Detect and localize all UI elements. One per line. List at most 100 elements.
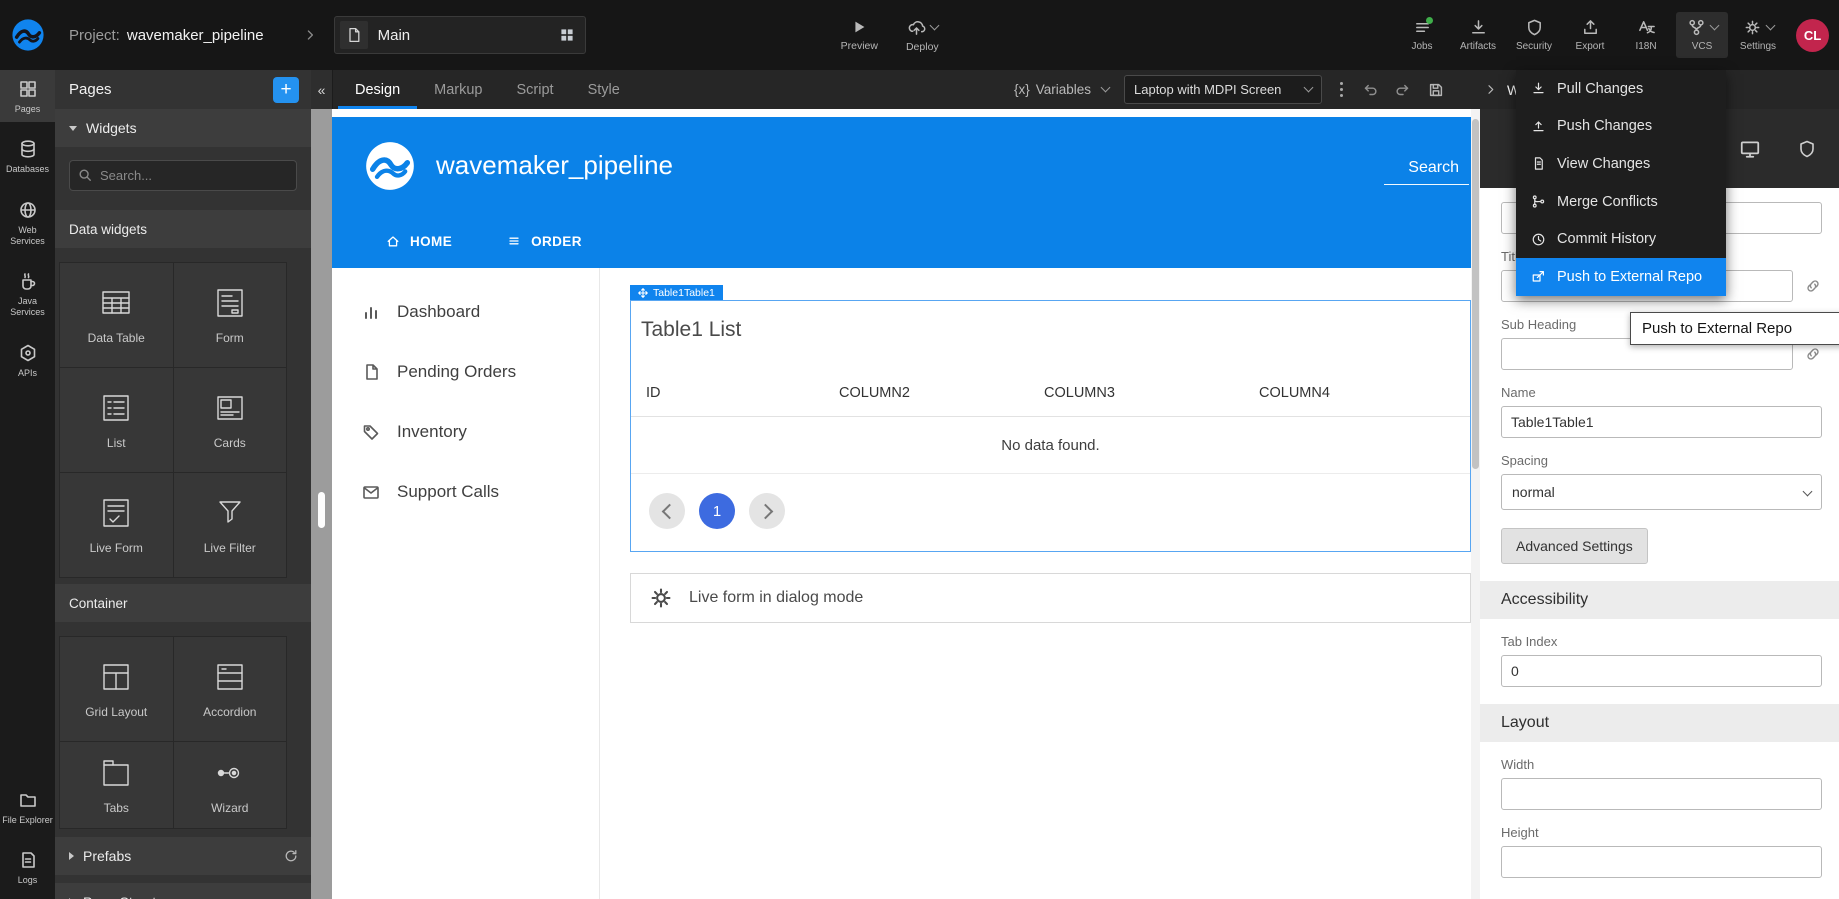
sidenav-dashboard[interactable]: Dashboard (332, 282, 599, 342)
menu-item-push-to-external-repo[interactable]: Push to External Repo (1516, 258, 1726, 296)
rail-item-file-explorer[interactable]: File Explorer (0, 781, 55, 833)
menu-item-pull-changes[interactable]: Pull Changes (1516, 70, 1726, 108)
settings-button[interactable]: Settings (1732, 12, 1784, 58)
widgets-section-header[interactable]: Widgets (55, 109, 311, 147)
jobs-button[interactable]: Jobs (1396, 12, 1448, 58)
live-form-dialog-widget[interactable]: Live form in dialog mode (630, 573, 1471, 623)
tab-design[interactable]: Design (338, 70, 417, 109)
width-input[interactable] (1501, 778, 1822, 810)
column-header[interactable]: COLUMN4 (1259, 385, 1470, 401)
sidenav-support-calls[interactable]: Support Calls (332, 462, 599, 522)
next-page-button[interactable] (749, 493, 785, 529)
menu-item-commit-history[interactable]: Commit History (1516, 220, 1726, 258)
rail-item-logs[interactable]: Logs (0, 841, 55, 893)
variables-dropdown[interactable]: {x} Variables (1014, 82, 1109, 97)
widget-tabs[interactable]: Tabs (60, 742, 173, 828)
spacing-select[interactable]: normal (1501, 474, 1822, 510)
gutter-scrollbar-thumb[interactable] (318, 492, 325, 528)
device-select[interactable]: Laptop with MDPI Screen (1124, 75, 1322, 104)
widget-grid-layout[interactable]: Grid Layout (60, 637, 173, 741)
export-button[interactable]: Export (1564, 12, 1616, 58)
app-search-link[interactable]: Search (1384, 159, 1469, 185)
widget-live-filter[interactable]: Live Filter (174, 473, 287, 577)
globe-icon (18, 200, 38, 220)
bind-link-icon[interactable] (1804, 277, 1822, 295)
sidenav-pending-orders[interactable]: Pending Orders (332, 342, 599, 402)
topbar-right-menu: Jobs Artifacts Security Export (1396, 12, 1839, 58)
preview-button[interactable]: Preview (841, 18, 878, 52)
tab-script[interactable]: Script (500, 70, 571, 109)
wizard-icon (213, 756, 247, 790)
redo-button[interactable] (1394, 81, 1412, 99)
rail-item-java-services[interactable]: Java Services (0, 262, 55, 326)
page-1-button[interactable]: 1 (699, 493, 735, 529)
page-structure-section-header[interactable]: Page Structure (55, 883, 311, 899)
sidenav-inventory[interactable]: Inventory (332, 402, 599, 462)
menu-item-view-changes[interactable]: View Changes (1516, 145, 1726, 183)
widget-search-input[interactable] (69, 160, 297, 191)
coffee-icon (18, 271, 38, 291)
shield-icon[interactable] (1797, 139, 1817, 159)
collapse-left-panel-button[interactable]: « (311, 70, 333, 109)
variables-caret-icon (1101, 83, 1111, 93)
user-avatar[interactable]: CL (1796, 19, 1829, 52)
tab-style[interactable]: Style (571, 70, 637, 109)
rail-item-pages[interactable]: Pages (0, 70, 55, 122)
rail-item-apis[interactable]: APIs (0, 334, 55, 386)
vcs-button[interactable]: VCS (1676, 12, 1728, 58)
accessibility-section-header[interactable]: Accessibility (1480, 581, 1839, 619)
data-table-widget[interactable]: Table1 List ID COLUMN2 COLUMN3 COLUMN4 N… (630, 300, 1471, 552)
layout-section-header[interactable]: Layout (1480, 704, 1839, 742)
security-button[interactable]: Security (1508, 12, 1560, 58)
name-input[interactable] (1501, 406, 1822, 438)
nav-order[interactable]: ORDER (506, 233, 582, 249)
rail-spacer (0, 386, 55, 781)
save-button[interactable] (1427, 81, 1445, 99)
widget-cards[interactable]: Cards (174, 368, 287, 472)
device-preview-icon[interactable] (1739, 138, 1761, 160)
column-header[interactable]: COLUMN2 (839, 385, 1044, 401)
form-icon (213, 286, 247, 320)
selected-widget-tag[interactable]: Table1Table1 (630, 285, 723, 300)
i18n-button[interactable]: I18N (1620, 12, 1672, 58)
artifacts-button[interactable]: Artifacts (1452, 12, 1504, 58)
advanced-settings-button[interactable]: Advanced Settings (1501, 528, 1648, 564)
page-selector[interactable]: Main (334, 16, 586, 54)
page-selector-value: Main (378, 27, 559, 44)
height-input[interactable] (1501, 846, 1822, 878)
tab-markup[interactable]: Markup (417, 70, 499, 109)
nav-home[interactable]: HOME (385, 233, 452, 249)
scrollbar-thumb[interactable] (1472, 119, 1479, 469)
widget-accordion[interactable]: Accordion (174, 637, 287, 741)
undo-button[interactable] (1361, 81, 1379, 99)
widget-live-form[interactable]: Live Form (60, 473, 173, 577)
vcs-label: VCS (1692, 41, 1713, 52)
column-header[interactable]: ID (646, 385, 839, 401)
app-title: wavemaker_pipeline (436, 150, 673, 181)
menu-item-merge-conflicts[interactable]: Merge Conflicts (1516, 183, 1726, 221)
deploy-caret-icon (929, 20, 939, 30)
wavemaker-logo[interactable] (0, 0, 55, 70)
prefabs-section-header[interactable]: Prefabs (55, 837, 311, 875)
chevron-right-icon (757, 503, 773, 519)
canvas-scrollbar[interactable] (1471, 109, 1480, 899)
add-page-button[interactable]: + (273, 77, 299, 103)
previous-page-button[interactable] (649, 493, 685, 529)
grid-icon[interactable] (559, 27, 575, 43)
deploy-button[interactable]: Deploy (906, 18, 939, 53)
widget-list[interactable]: List (60, 368, 173, 472)
gear-icon (1743, 18, 1762, 37)
widget-form[interactable]: Form (174, 263, 287, 367)
menu-item-push-changes[interactable]: Push Changes (1516, 108, 1726, 146)
app-nav: HOME ORDER (332, 214, 1471, 268)
refresh-prefabs-button[interactable] (283, 848, 299, 864)
widget-wizard[interactable]: Wizard (174, 742, 287, 828)
rail-item-databases[interactable]: Databases (0, 130, 55, 182)
rail-item-web-services[interactable]: Web Services (0, 191, 55, 255)
column-header[interactable]: COLUMN3 (1044, 385, 1259, 401)
widget-data-table[interactable]: Data Table (60, 263, 173, 367)
bind-link-icon[interactable] (1804, 345, 1822, 363)
more-options-button[interactable] (1337, 82, 1346, 97)
collapse-right-panel-icon[interactable] (1483, 82, 1498, 97)
tabindex-input[interactable] (1501, 655, 1822, 687)
